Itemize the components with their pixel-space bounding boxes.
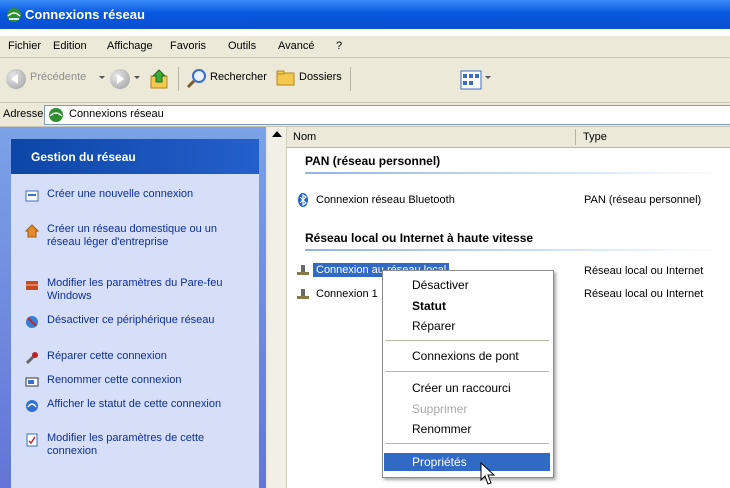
bluetooth-icon: [298, 193, 308, 207]
menu-affichage[interactable]: Affichage: [107, 40, 153, 52]
menu-favoris[interactable]: Favoris: [170, 40, 206, 52]
menu-outils[interactable]: Outils: [228, 40, 256, 52]
group-divider: [305, 249, 725, 251]
search-icon[interactable]: [186, 68, 208, 90]
menu-item-bridge[interactable]: Connexions de pont: [384, 347, 550, 365]
menu-edition[interactable]: Edition: [53, 40, 87, 52]
group-divider: [305, 172, 725, 174]
disable-device-icon: [26, 316, 38, 328]
network-connections-icon: [7, 8, 21, 22]
folder-up-icon[interactable]: [150, 68, 170, 90]
toolbar-separator: [178, 67, 179, 91]
title-bar: Connexions réseau: [0, 0, 730, 29]
task-group-header[interactable]: Gestion du réseau ⌃: [11, 139, 259, 174]
collapse-chevron-icon[interactable]: ⌃: [31, 150, 251, 163]
rename-icon: [25, 377, 39, 387]
menu-bar: Fichier Edition Affichage Favoris Outils…: [0, 36, 730, 58]
back-dropdown-icon[interactable]: [99, 76, 105, 79]
menu-item-rename[interactable]: Renommer: [384, 420, 550, 438]
back-arrow-icon[interactable]: [6, 69, 26, 89]
repair-icon: [25, 352, 38, 365]
network-connections-icon: [49, 108, 63, 122]
row-type: PAN (réseau personnel): [584, 194, 702, 206]
menu-separator: [385, 340, 549, 341]
menu-help[interactable]: ?: [336, 40, 342, 52]
toolbar: Précédente Rechercher Dossiers: [0, 58, 730, 103]
menu-item-properties[interactable]: Propriétés: [384, 453, 550, 471]
search-button[interactable]: Rechercher: [210, 71, 267, 83]
menu-item-status[interactable]: Statut: [384, 297, 550, 315]
scroll-up-arrow-icon[interactable]: [272, 131, 282, 137]
row-type: Réseau local ou Internet: [584, 265, 704, 277]
folders-button[interactable]: Dossiers: [299, 71, 342, 83]
menu-item-shortcut[interactable]: Créer un raccourci: [384, 379, 550, 397]
address-value: Connexions réseau: [69, 108, 164, 120]
menu-fichier[interactable]: Fichier: [8, 40, 41, 52]
mouse-cursor-icon: [480, 462, 496, 485]
group-header-pan: PAN (réseau personnel): [305, 154, 441, 168]
views-icon[interactable]: [460, 70, 482, 90]
menu-item-delete: Supprimer: [412, 402, 468, 416]
new-connection-icon: [25, 190, 39, 202]
vertical-scrollbar[interactable]: [268, 127, 287, 488]
row-type: Réseau local ou Internet: [584, 288, 704, 300]
folders-icon[interactable]: [276, 69, 296, 87]
menu-item-disable[interactable]: Désactiver: [384, 276, 550, 294]
row-name: Connexion 1: [316, 288, 378, 300]
forward-arrow-icon[interactable]: [110, 69, 130, 89]
address-bar: Adresse Connexions réseau: [0, 103, 730, 127]
views-dropdown-icon[interactable]: [485, 76, 491, 79]
toolbar-separator: [350, 67, 351, 91]
status-icon: [26, 400, 38, 412]
lan-icon: [297, 265, 309, 275]
row-name: Connexion réseau Bluetooth: [316, 194, 455, 206]
menu-separator: [385, 443, 549, 444]
firewall-icon: [26, 281, 38, 290]
menu-separator: [385, 371, 549, 372]
forward-dropdown-icon[interactable]: [134, 76, 140, 79]
window-title: Connexions réseau: [25, 7, 145, 22]
lan-icon: [297, 289, 309, 299]
task-pane: Gestion du réseau ⌃ Créer une nouvelle c…: [0, 127, 266, 488]
home-network-icon: [25, 224, 39, 238]
column-type[interactable]: Type: [583, 131, 607, 143]
address-field[interactable]: Connexions réseau: [44, 105, 730, 125]
column-name[interactable]: Nom: [293, 131, 316, 143]
menu-avance[interactable]: Avancé: [278, 40, 315, 52]
back-button[interactable]: Précédente: [30, 71, 86, 83]
group-header-lan: Réseau local ou Internet à haute vitesse: [305, 231, 534, 245]
address-label: Adresse: [3, 108, 44, 120]
column-header-row: Nom Type: [287, 127, 730, 148]
network-tasks-group: Gestion du réseau ⌃ Créer une nouvelle c…: [11, 139, 259, 488]
context-menu: Désactiver Statut Réparer Connexions de …: [382, 270, 554, 478]
menu-item-repair[interactable]: Réparer: [384, 317, 550, 335]
column-separator[interactable]: [575, 129, 576, 145]
properties-icon: [26, 433, 38, 447]
